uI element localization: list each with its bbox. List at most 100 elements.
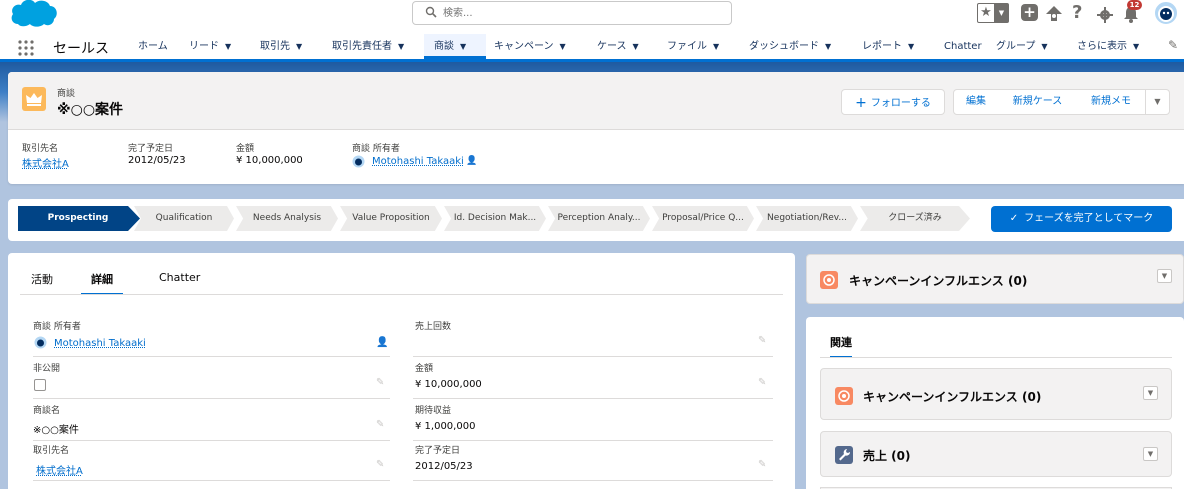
- owner-avatar-icon: [352, 155, 365, 168]
- related-card-revenue: 売上 (0) ▼: [820, 431, 1172, 477]
- edit-pencil-icon[interactable]: ✎: [758, 459, 766, 470]
- nav-item-more[interactable]: さらに表示 ▼: [1077, 34, 1139, 59]
- highlight-value-account[interactable]: 株式会社A: [22, 155, 69, 170]
- highlight-label-close-date: 完了予定日: [128, 144, 174, 154]
- private-checkbox[interactable]: [34, 379, 46, 391]
- field-label: 取引先名: [33, 446, 70, 456]
- opportunity-crown-icon: [22, 87, 46, 111]
- nav-item-leads[interactable]: リード ▼: [189, 34, 231, 59]
- nav-item-opportunities[interactable]: 商談 ▼: [424, 34, 486, 59]
- nav-item-cases[interactable]: ケース ▼: [597, 34, 639, 59]
- nav-item-accounts[interactable]: 取引先 ▼: [260, 34, 302, 59]
- tab-details[interactable]: 詳細: [81, 271, 123, 295]
- field-label: 期待収益: [415, 406, 452, 416]
- edit-pencil-icon[interactable]: ✎: [758, 335, 766, 346]
- edit-pencil-icon[interactable]: ✎: [758, 377, 766, 388]
- field-label: 非公開: [33, 364, 61, 374]
- chevron-down-icon[interactable]: ▼: [398, 34, 404, 59]
- nav-item-files[interactable]: ファイル ▼: [667, 34, 719, 59]
- nav-label: さらに表示: [1077, 41, 1127, 52]
- edit-button[interactable]: 編集: [953, 89, 999, 115]
- setup-gear-icon[interactable]: [1097, 5, 1113, 25]
- field-label: 売上回数: [415, 322, 452, 332]
- related-card-campaign-influence: キャンペーンインフルエンス (0) ▼: [820, 368, 1172, 420]
- salesforce-logo[interactable]: [10, 0, 58, 28]
- help-icon[interactable]: ?: [1072, 3, 1086, 23]
- card-menu-button[interactable]: ▼: [1143, 386, 1158, 400]
- global-header: ★ ▼ + ? 12: [0, 0, 1184, 34]
- field-value-owner-link[interactable]: Motohashi Takaaki: [54, 338, 146, 349]
- nav-item-groups[interactable]: グループ ▼: [996, 34, 1048, 59]
- tab-related[interactable]: 関連: [830, 334, 852, 358]
- path-step-perception-analysis[interactable]: Perception Analy...: [548, 206, 650, 231]
- favorites-star-icon[interactable]: ★: [977, 3, 995, 23]
- new-note-button[interactable]: 新規メモ: [1077, 89, 1146, 115]
- record-object-label: 商談: [57, 89, 76, 99]
- path-step-proposal[interactable]: Proposal/Price Q...: [652, 206, 754, 231]
- astro-avatar-icon: [1158, 6, 1174, 22]
- nav-item-home[interactable]: ホーム: [138, 34, 168, 59]
- nav-label: リード: [189, 41, 219, 52]
- highlight-label-owner: 商談 所有者: [352, 144, 400, 154]
- tab-activity[interactable]: 活動: [31, 271, 53, 295]
- trailhead-icon[interactable]: [1045, 4, 1063, 24]
- chevron-down-icon[interactable]: ▼: [713, 34, 719, 59]
- field-label: 商談名: [33, 406, 61, 416]
- nav-label: 商談: [434, 41, 454, 52]
- chevron-down-icon[interactable]: ▼: [633, 34, 639, 59]
- field-label: 商談 所有者: [33, 322, 81, 332]
- nav-item-chatter[interactable]: Chatter: [944, 34, 982, 59]
- chevron-down-icon[interactable]: ▼: [560, 34, 566, 59]
- nav-label: グループ: [996, 41, 1036, 52]
- new-case-button[interactable]: 新規ケース: [998, 89, 1078, 115]
- chevron-down-icon[interactable]: ▼: [825, 34, 831, 59]
- tab-chatter[interactable]: Chatter: [159, 271, 200, 295]
- related-tab-divider: [820, 357, 1172, 358]
- card-title[interactable]: キャンペーンインフルエンス (0): [849, 272, 1027, 289]
- campaign-icon: [820, 271, 838, 289]
- path-step-needs-analysis[interactable]: Needs Analysis: [236, 206, 338, 231]
- field-value-account-link[interactable]: 株式会社A: [36, 462, 83, 477]
- favorites-menu-icon[interactable]: ▼: [995, 3, 1009, 23]
- chevron-down-icon[interactable]: ▼: [225, 34, 231, 59]
- nav-item-reports[interactable]: レポート ▼: [862, 34, 914, 59]
- edit-nav-pencil-icon[interactable]: ✎: [1168, 38, 1178, 52]
- app-launcher-icon[interactable]: [18, 40, 34, 56]
- card-title[interactable]: 売上 (0): [863, 447, 911, 464]
- global-search[interactable]: [412, 1, 732, 25]
- path-step-negotiation[interactable]: Negotiation/Rev...: [756, 206, 858, 231]
- path-step-value-proposition[interactable]: Value Proposition: [340, 206, 442, 231]
- edit-pencil-icon[interactable]: ✎: [376, 377, 384, 388]
- caret-down-icon[interactable]: ▼: [1133, 34, 1139, 59]
- path-step-decision-makers[interactable]: Id. Decision Mak...: [444, 206, 546, 231]
- card-menu-button[interactable]: ▼: [1157, 269, 1172, 283]
- nav-item-contacts[interactable]: 取引先責任者 ▼: [332, 34, 404, 59]
- nav-item-campaigns[interactable]: キャンペーン ▼: [494, 34, 566, 59]
- user-avatar[interactable]: [1153, 0, 1179, 26]
- highlight-value-owner[interactable]: Motohashi Takaaki: [372, 156, 464, 167]
- path-step-prospecting[interactable]: Prospecting: [24, 206, 132, 231]
- path-step-qualification[interactable]: Qualification: [134, 206, 234, 231]
- global-actions-icon[interactable]: +: [1021, 4, 1038, 21]
- field-label: 金額: [415, 364, 434, 374]
- change-owner-icon[interactable]: 👤: [466, 156, 477, 166]
- field-row-opportunity-name: 商談名 ※○○案件 ✎: [33, 403, 390, 441]
- chevron-down-icon[interactable]: ▼: [460, 34, 466, 59]
- card-menu-button[interactable]: ▼: [1143, 447, 1158, 461]
- chevron-down-icon[interactable]: ▼: [296, 34, 302, 59]
- card-title[interactable]: キャンペーンインフルエンス (0): [863, 388, 1041, 405]
- path-step-closed[interactable]: クローズ済み: [860, 206, 970, 231]
- search-input[interactable]: [443, 5, 723, 21]
- change-owner-icon[interactable]: 👤: [376, 337, 388, 348]
- edit-pencil-icon[interactable]: ✎: [376, 459, 384, 470]
- tab-bar-divider: [20, 294, 783, 295]
- nav-item-dashboards[interactable]: ダッシュボード ▼: [749, 34, 831, 59]
- field-row-expected-revenue: 期待収益 ¥ 1,000,000: [413, 403, 773, 441]
- chevron-down-icon[interactable]: ▼: [1041, 34, 1047, 59]
- follow-button[interactable]: + フォローする: [841, 89, 945, 115]
- mark-stage-complete-button[interactable]: ✓ フェーズを完了としてマーク: [991, 206, 1172, 232]
- more-actions-button[interactable]: ▼: [1145, 89, 1170, 115]
- edit-pencil-icon[interactable]: ✎: [376, 419, 384, 430]
- nav-label: ホーム: [138, 41, 168, 52]
- chevron-down-icon[interactable]: ▼: [908, 34, 914, 59]
